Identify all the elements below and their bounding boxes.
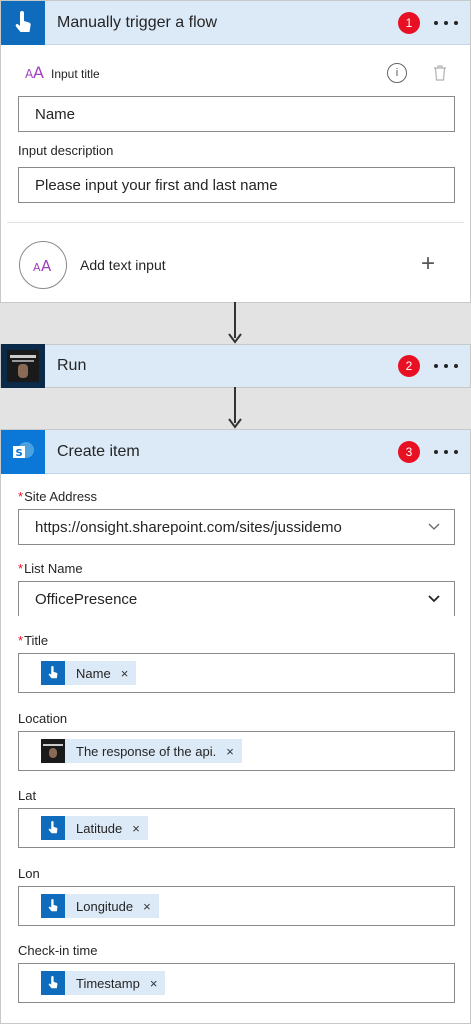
remove-token-button[interactable]: × <box>121 666 129 681</box>
checkin-time-field[interactable]: Timestamp × <box>18 963 455 1003</box>
add-text-input-label[interactable]: Add text input <box>80 257 166 273</box>
dynamic-content-token[interactable]: Latitude × <box>41 816 148 840</box>
input-title-label: Input title <box>51 67 100 81</box>
remove-token-button[interactable]: × <box>132 821 140 836</box>
more-options-button[interactable] <box>434 442 458 462</box>
flow-editor: Manually trigger a flow 1 AA Input title… <box>0 0 471 1024</box>
more-options-button[interactable] <box>434 13 458 33</box>
run-card: Run 2 <box>0 344 471 388</box>
lon-label: Lon <box>18 866 40 881</box>
touch-hand-icon <box>1 0 45 45</box>
lat-field[interactable]: Latitude × <box>18 808 455 848</box>
trigger-card: Manually trigger a flow 1 AA Input title… <box>0 0 471 303</box>
dynamic-content-token[interactable]: Longitude × <box>41 894 159 918</box>
run-card-header[interactable]: Run 2 <box>1 344 470 388</box>
connector-arrow <box>228 302 242 344</box>
text-aa-icon: AA <box>25 63 45 86</box>
remove-token-button[interactable]: × <box>226 744 234 759</box>
lat-label: Lat <box>18 788 37 803</box>
token-label: Timestamp <box>76 975 140 991</box>
dynamic-content-token[interactable]: Timestamp × <box>41 971 166 995</box>
step-badge: 3 <box>398 441 420 463</box>
touch-hand-icon <box>41 816 65 840</box>
step-badge: 2 <box>398 355 420 377</box>
touch-hand-icon <box>41 894 65 918</box>
svg-text:S: S <box>16 448 23 459</box>
touch-hand-icon <box>41 661 65 685</box>
chevron-down-icon <box>428 595 440 603</box>
svg-text:A: A <box>41 257 52 274</box>
token-label: Latitude <box>76 820 123 836</box>
more-options-button[interactable] <box>434 356 458 376</box>
svg-text:A: A <box>33 63 44 81</box>
input-title-field[interactable]: Name <box>18 96 455 132</box>
dynamic-content-token[interactable]: Name × <box>41 661 137 685</box>
add-text-input-button[interactable]: AA <box>19 241 67 289</box>
site-address-dropdown[interactable]: https://onsight.sharepoint.com/sites/jus… <box>18 509 455 545</box>
site-address-value: https://onsight.sharepoint.com/sites/jus… <box>35 518 342 536</box>
connector-arrow <box>228 387 242 429</box>
remove-token-button[interactable]: × <box>143 899 151 914</box>
site-address-label: *Site Address <box>18 489 98 504</box>
location-field[interactable]: The response of the api. × <box>18 731 455 771</box>
create-item-card-header[interactable]: S Create item 3 <box>1 429 470 474</box>
run-action-icon <box>41 739 65 763</box>
list-name-label: *List Name <box>18 561 83 576</box>
token-label: Longitude <box>76 898 134 914</box>
divider <box>7 222 464 223</box>
input-description-label: Input description <box>18 143 114 158</box>
list-name-value: OfficePresence <box>35 590 138 608</box>
run-action-icon <box>1 344 45 388</box>
create-item-title: Create item <box>57 442 140 460</box>
checkin-time-label: Check-in time <box>18 943 98 958</box>
title-field[interactable]: Name × <box>18 653 455 693</box>
step-badge: 1 <box>398 12 420 34</box>
trigger-card-header[interactable]: Manually trigger a flow 1 <box>1 0 470 45</box>
token-label: The response of the api. <box>76 743 217 759</box>
touch-hand-icon <box>41 971 65 995</box>
token-label: Name <box>76 665 111 681</box>
lon-field[interactable]: Longitude × <box>18 886 455 926</box>
create-item-card: S Create item 3 *Site Address https://on… <box>0 429 471 1024</box>
info-icon[interactable]: i <box>387 63 407 83</box>
chevron-down-icon <box>428 523 440 530</box>
add-icon[interactable]: + <box>421 250 435 278</box>
svg-text:A: A <box>33 261 41 274</box>
remove-token-button[interactable]: × <box>150 976 158 991</box>
trigger-title: Manually trigger a flow <box>57 13 218 31</box>
dynamic-content-token[interactable]: The response of the api. × <box>41 739 242 763</box>
title-label: *Title <box>18 633 49 648</box>
location-label: Location <box>18 711 68 726</box>
run-title: Run <box>57 357 87 374</box>
trash-icon[interactable] <box>433 65 447 86</box>
sharepoint-icon: S <box>1 429 45 474</box>
list-name-dropdown[interactable]: OfficePresence <box>18 581 455 616</box>
input-description-field[interactable]: Please input your first and last name <box>18 167 455 203</box>
